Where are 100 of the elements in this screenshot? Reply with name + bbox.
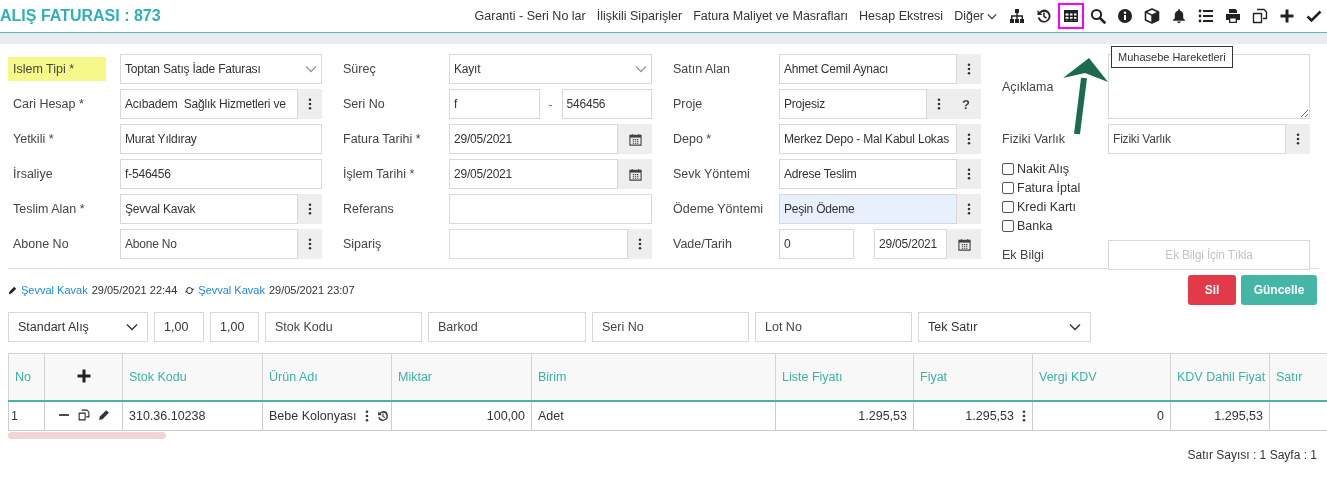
list-icon <box>1197 8 1214 24</box>
vertical-dots-icon <box>308 98 312 110</box>
field-label: Fatura Tarihi * <box>342 131 422 148</box>
table-icon <box>1062 8 1079 24</box>
nav-link[interactable]: Garanti - Seri No lar <box>474 9 586 23</box>
checkbox[interactable] <box>1002 181 1014 194</box>
table-cell: Bebe Kolonyası <box>269 409 357 423</box>
lookup-field[interactable]: Peşin Ödeme <box>779 194 957 224</box>
help-button[interactable]: ? <box>951 89 981 119</box>
calendar-icon <box>628 132 642 146</box>
refresh-icon <box>185 285 195 295</box>
pagination-info: Satır Sayısı : 1 Sayfa : 1 <box>1187 448 1317 462</box>
filter-field[interactable]: Barkod <box>428 312 586 342</box>
field-label: Depo * <box>672 131 713 148</box>
field-label: Fiziki Varlık <box>1001 131 1066 148</box>
toolbar-button[interactable] <box>1057 3 1084 29</box>
vertical-dots-icon <box>364 410 369 422</box>
chevron-icon <box>635 65 647 73</box>
dropdown[interactable]: Toptan Satış İade Faturası <box>120 54 322 84</box>
lookup-field[interactable]: Abone No <box>120 229 298 259</box>
filter-field[interactable]: Seri No <box>592 312 749 342</box>
filter-field[interactable]: Stok Kodu <box>265 312 422 342</box>
description-field[interactable] <box>1108 54 1310 119</box>
copy-icon <box>1251 8 1268 24</box>
table-cell: 1.295,53 <box>858 409 907 423</box>
lookup-field[interactable]: Projesiz <box>779 89 927 119</box>
vertical-dots-icon <box>308 203 312 215</box>
field-label: Yetkili * <box>12 131 55 148</box>
calendar-button[interactable] <box>947 229 981 259</box>
field-label: Referans <box>342 201 395 218</box>
scrollbar-thumb[interactable] <box>8 432 166 439</box>
timestamp: 29/05/2021 23:07 <box>268 284 355 296</box>
table-cell: 1 <box>11 409 18 423</box>
vertical-dots-icon <box>1022 410 1026 422</box>
lookup-field[interactable]: Adrese Teslim <box>779 159 957 189</box>
checkbox[interactable] <box>1002 219 1014 232</box>
more-button[interactable] <box>364 410 369 422</box>
text-field[interactable] <box>449 194 652 224</box>
lookup-field[interactable]: Acıbadem Sağlık Hizmetleri ve <box>120 89 298 119</box>
field-label: İşlem Tarihi * <box>342 166 416 183</box>
checkbox[interactable] <box>1002 162 1014 175</box>
text-field[interactable]: 546456 <box>561 89 652 119</box>
field-label: Cari Hesap * <box>12 96 85 113</box>
copy-row-button[interactable] <box>77 408 90 421</box>
bell-icon <box>1170 8 1187 24</box>
pencil-icon <box>8 285 17 295</box>
lookup-field[interactable]: Fiziki Varlık <box>1108 124 1286 154</box>
user-link[interactable]: Şevval Kavak <box>198 284 265 296</box>
table-cell: Adet <box>538 409 564 423</box>
lookup-field[interactable] <box>449 229 628 259</box>
plus-icon <box>75 367 92 384</box>
cube-icon <box>1143 8 1160 24</box>
more-menu[interactable]: Diğer <box>954 9 997 23</box>
field-label: Sipariş <box>342 236 383 253</box>
history-icon <box>1035 8 1052 24</box>
field-label: Vade/Tarih <box>672 236 733 253</box>
field-label: Satın Alan <box>672 61 731 78</box>
vertical-dots-icon <box>638 238 642 250</box>
text-field[interactable]: Murat Yıldıray <box>120 124 322 154</box>
text-field[interactable]: f <box>449 89 540 119</box>
info-icon <box>1116 8 1133 24</box>
calendar-button[interactable] <box>618 124 652 154</box>
table-cell: 310.36.10238 <box>129 409 206 423</box>
user-link[interactable]: Şevval Kavak <box>21 284 88 296</box>
date-field[interactable]: 29/05/2021 <box>449 159 618 189</box>
date-field[interactable]: 29/05/2021 <box>874 229 947 259</box>
filter-field[interactable]: Lot No <box>755 312 912 342</box>
date-field[interactable]: 29/05/2021 <box>449 124 618 154</box>
vertical-dots-icon <box>967 203 971 215</box>
lookup-field[interactable]: Ahmet Cemil Aynacı <box>779 54 957 84</box>
filter-field[interactable]: 1,00 <box>210 312 259 342</box>
nav-link[interactable]: İlişkili Siparişler <box>596 9 683 23</box>
lookup-field[interactable]: Şevval Kavak <box>120 194 298 224</box>
field-label: Teslim Alan * <box>12 201 86 218</box>
filter-field[interactable]: 1,00 <box>154 312 204 342</box>
nav-link[interactable]: Hesap Ekstresi <box>859 9 944 23</box>
checkbox[interactable] <box>1002 200 1014 213</box>
plus-icon <box>1278 8 1295 24</box>
field-label: Sevk Yöntemi <box>672 166 751 183</box>
search-icon <box>1089 8 1106 24</box>
dropdown[interactable]: Standart Alış <box>8 312 148 342</box>
history-button[interactable] <box>376 410 389 422</box>
text-field[interactable]: f-546456 <box>120 159 322 189</box>
copy-icon <box>77 408 90 421</box>
chevron-icon <box>987 12 997 20</box>
more-button[interactable] <box>1022 410 1026 422</box>
lookup-field[interactable]: Merkez Depo - Mal Kabul Lokas <box>779 124 957 154</box>
vertical-dots-icon <box>967 63 971 75</box>
separator: - <box>547 95 554 114</box>
field-label: Ek Bilgi <box>1001 247 1045 264</box>
add-row-button[interactable] <box>75 367 92 384</box>
text-field[interactable]: 0 <box>779 229 854 259</box>
edit-row-button[interactable] <box>97 408 110 421</box>
calendar-button[interactable] <box>618 159 652 189</box>
nav-link[interactable]: Fatura Maliyet ve Masrafları <box>693 9 849 23</box>
dropdown[interactable]: Kayıt <box>449 54 652 84</box>
dropdown[interactable]: Tek Satır <box>918 312 1091 342</box>
delete-button[interactable]: Sil <box>1188 275 1236 305</box>
field-label: Seri No <box>342 96 386 113</box>
vertical-dots-icon <box>308 238 312 250</box>
